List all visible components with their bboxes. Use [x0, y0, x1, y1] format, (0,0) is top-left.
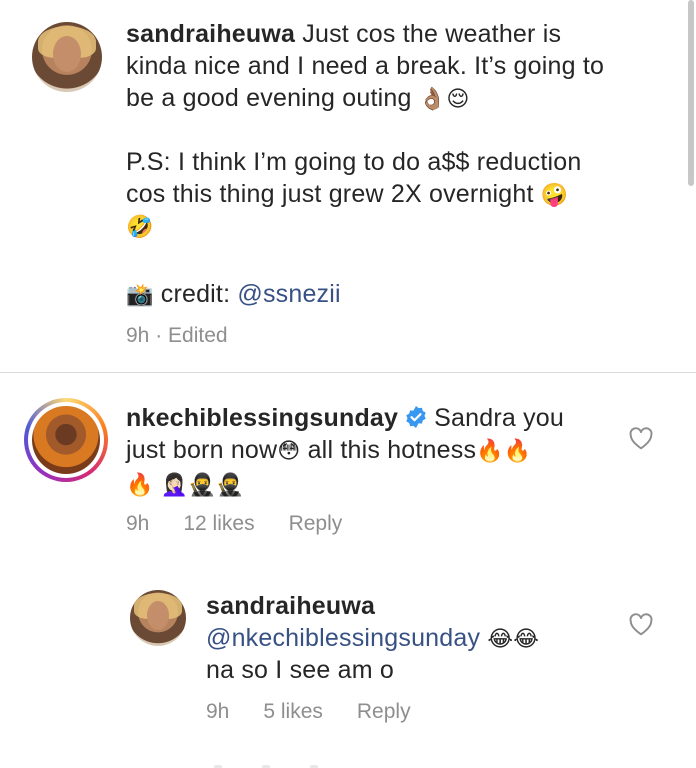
credit-mention-link[interactable]: @ssnezii: [237, 280, 340, 308]
caption-line-2: kinda nice and I need a break. It’s goin…: [126, 52, 605, 80]
post-caption: sandraiheuwa Just cos the weather is kin…: [0, 0, 696, 372]
caption-line-6: 🤣: [126, 210, 154, 244]
comment-1-reply-button[interactable]: Reply: [289, 512, 343, 535]
avatar-face: [146, 601, 170, 631]
rofl-emoji: 🤣: [126, 215, 154, 240]
flushed-face-emoji: 😳: [277, 439, 301, 464]
meta-separator: ·: [149, 324, 169, 347]
fire-emoji: 🔥🔥: [476, 439, 532, 464]
reply-likes[interactable]: 5 likes: [263, 700, 323, 723]
avatar-sandraiheuwa-reply[interactable]: [130, 590, 186, 646]
avatar-photo: [32, 406, 100, 474]
camera-flash-icon: 📸: [126, 283, 154, 308]
caption-text-5: cos this thing just grew 2X overnight: [126, 180, 534, 208]
comment-1-line-1: nkechiblessingsunday Sandra you: [126, 402, 564, 434]
comment-1-username[interactable]: nkechiblessingsunday: [126, 404, 398, 432]
caption-time: 9h: [126, 324, 150, 347]
scrollbar[interactable]: [688, 0, 694, 186]
caption-line-1: sandraiheuwa Just cos the weather is: [126, 18, 561, 50]
reply-meta: 9h 5 likes Reply: [206, 700, 445, 724]
reply-reply-button[interactable]: Reply: [357, 700, 411, 723]
heart-outline-icon[interactable]: [628, 426, 654, 450]
avatar-face: [53, 36, 81, 73]
comment-1-meta: 9h 12 likes Reply: [126, 512, 376, 536]
comment-1-text-1: Sandra you: [434, 404, 565, 432]
avatar-nkechiblessingsunday[interactable]: [24, 398, 108, 482]
caption-divider: [0, 372, 696, 373]
caption-username[interactable]: sandraiheuwa: [126, 20, 295, 48]
heart-outline-icon[interactable]: [628, 612, 654, 636]
avatar-sandraiheuwa[interactable]: [32, 22, 102, 92]
reply-line-1: sandraiheuwa: [206, 590, 375, 622]
reply-username[interactable]: sandraiheuwa: [206, 592, 375, 620]
comment-1-line-2: just born now😳 all this hotness🔥🔥: [126, 434, 531, 468]
credit-label: credit:: [160, 280, 238, 308]
caption-line-3: be a good evening outing 👌🏽😌: [126, 82, 470, 116]
zany-face-emoji: 🤪: [540, 183, 569, 208]
caption-text-3: be a good evening outing: [126, 84, 412, 112]
comment-1-time: 9h: [126, 512, 150, 535]
fire-facepalm-ninja-emoji: 🔥 🤦🏻‍♀️🥷🥷: [126, 473, 244, 498]
reply-line-3: na so I see am o: [206, 656, 395, 684]
next-comment-cutoff: [214, 760, 384, 768]
caption-meta: 9h · Edited: [126, 324, 262, 348]
comment-1-text-2: just born now: [126, 436, 278, 464]
comment-1-line-3: 🔥 🤦🏻‍♀️🥷🥷: [126, 468, 244, 502]
caption-line-5: cos this thing just grew 2X overnight 🤪: [126, 178, 568, 212]
caption-line-4: P.S: I think I’m going to do a$$ reducti…: [126, 148, 582, 176]
ok-hand-relieved-emoji: 👌🏽😌: [418, 87, 470, 112]
caption-edited[interactable]: Edited: [168, 324, 228, 347]
reply-line-2: @nkechiblessingsunday 😂😂: [206, 622, 539, 656]
caption-credit: 📸 credit: @ssnezii: [126, 278, 341, 312]
tears-of-joy-emoji: 😂😂: [487, 627, 540, 652]
comment-1-text-2b: all this hotness: [300, 436, 477, 464]
caption-text-1: Just cos the weather is: [302, 20, 562, 48]
verified-badge-icon: [406, 406, 426, 428]
comment-1-likes[interactable]: 12 likes: [183, 512, 254, 535]
reply-mention-link[interactable]: @nkechiblessingsunday: [206, 624, 480, 652]
reply-time: 9h: [206, 700, 230, 723]
